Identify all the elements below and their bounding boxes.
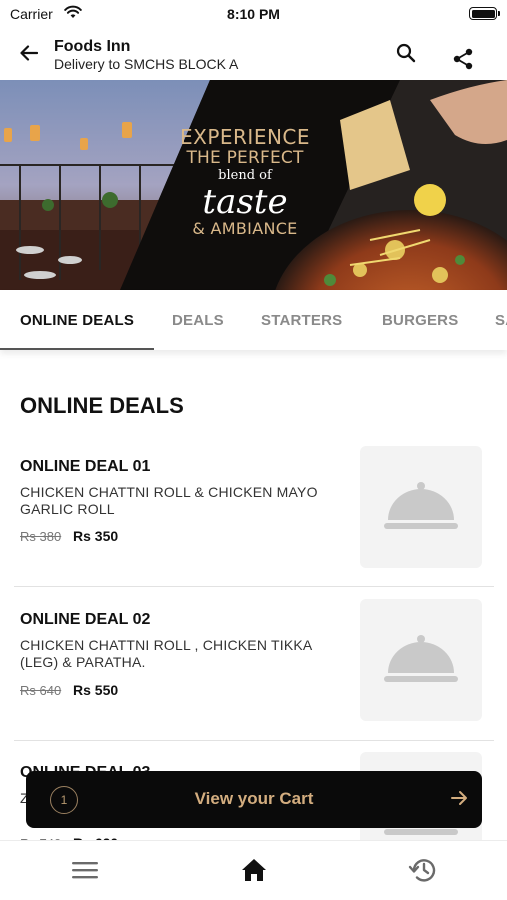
deal-name: ONLINE DEAL 01	[20, 458, 151, 475]
back-button[interactable]	[14, 38, 44, 68]
tab-starters[interactable]: STARTERS	[261, 290, 342, 350]
header-title-block: Foods Inn Delivery to SMCHS BLOCK A	[54, 38, 238, 72]
status-time: 8:10 PM	[227, 6, 280, 22]
active-tab-indicator	[0, 348, 154, 350]
history-icon	[408, 859, 436, 882]
share-icon	[453, 48, 473, 70]
banner-tagline: EXPERIENCE THE PERFECT blend of taste & …	[178, 126, 312, 238]
status-bar: Carrier 8:10 PM	[0, 0, 507, 28]
deal-name: ONLINE DEAL 02	[20, 611, 151, 628]
arrow-right-icon	[450, 789, 468, 812]
deal-image-placeholder	[360, 446, 482, 568]
tab-deals[interactable]: DEALS	[172, 290, 224, 350]
nav-menu-button[interactable]	[70, 855, 100, 885]
list-item[interactable]: ONLINE DEAL 02 CHICKEN CHATTNI ROLL , CH…	[0, 599, 507, 752]
deal-image-placeholder	[360, 599, 482, 721]
share-button[interactable]	[449, 45, 477, 73]
banner-line-2: THE PERFECT	[186, 148, 304, 168]
arrow-left-icon	[20, 45, 38, 61]
search-icon	[396, 43, 416, 63]
hamburger-menu-icon	[72, 862, 98, 879]
deal-price: Rs 350	[73, 528, 119, 544]
tab-next-category[interactable]: SA	[495, 290, 507, 350]
battery-icon	[469, 7, 500, 20]
list-divider	[14, 586, 494, 587]
list-divider	[14, 740, 494, 741]
delivery-location[interactable]: Delivery to SMCHS BLOCK A	[54, 56, 238, 72]
promo-banner[interactable]: EXPERIENCE THE PERFECT blend of taste & …	[0, 80, 507, 290]
banner-line-4: taste	[202, 182, 288, 222]
category-tabs: ONLINE DEALS DEALS STARTERS BURGERS SA	[0, 290, 507, 350]
nav-history-button[interactable]	[407, 855, 437, 885]
banner-line-1: EXPERIENCE	[179, 125, 311, 149]
food-cloche-icon	[384, 635, 458, 682]
home-icon	[242, 859, 266, 881]
list-item[interactable]: ONLINE DEAL 01 CHICKEN CHATTNI ROLL & CH…	[0, 446, 507, 599]
deal-old-price: Rs 380	[20, 529, 62, 544]
food-cloche-icon	[384, 482, 458, 529]
nav-home-button[interactable]	[239, 855, 269, 885]
restaurant-name: Foods Inn	[54, 38, 131, 55]
app-header: Foods Inn Delivery to SMCHS BLOCK A	[0, 30, 507, 80]
deal-description: CHICKEN CHATTNI ROLL & CHICKEN MAYO GARL…	[20, 484, 318, 517]
deal-description: CHICKEN CHATTNI ROLL , CHICKEN TIKKA (LE…	[20, 637, 312, 670]
bottom-navigation	[0, 840, 507, 900]
search-button[interactable]	[392, 39, 420, 67]
banner-line-5: & AMBIANCE	[192, 219, 298, 238]
cart-label: View your Cart	[194, 789, 314, 808]
tab-online-deals[interactable]: ONLINE DEALS	[20, 290, 134, 350]
deal-price: Rs 550	[73, 682, 119, 698]
section-title: ONLINE DEALS	[20, 393, 184, 418]
view-cart-button[interactable]: 1 View your Cart	[26, 771, 482, 828]
deal-old-price: Rs 640	[20, 683, 62, 698]
tab-burgers[interactable]: BURGERS	[382, 290, 458, 350]
